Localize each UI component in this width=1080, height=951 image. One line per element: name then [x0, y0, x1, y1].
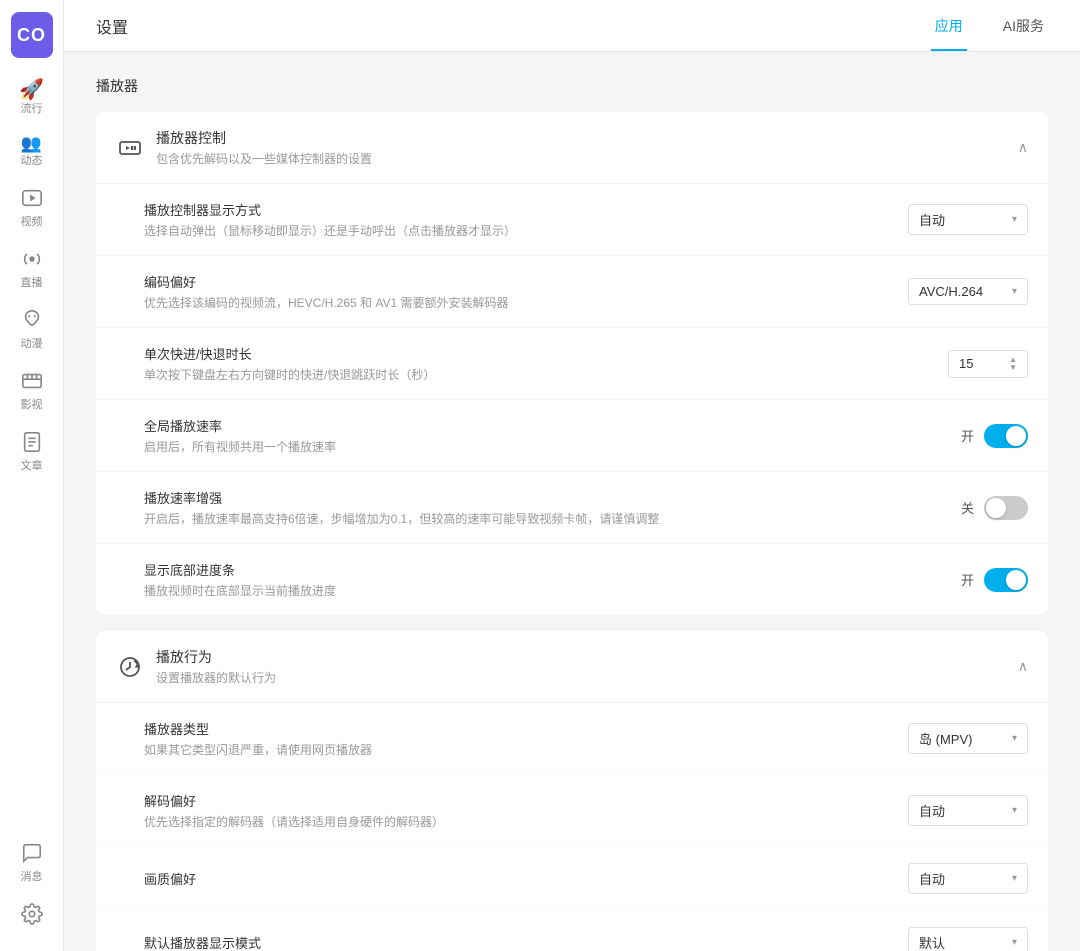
tab-app[interactable]: 应用	[931, 0, 967, 51]
setting-label: 全局播放速率	[144, 416, 941, 435]
select-decode[interactable]: 自动 ▾	[908, 795, 1028, 826]
arrow-down-icon[interactable]: ▼	[1009, 364, 1017, 372]
sidebar-item-movie[interactable]: 影视	[0, 360, 63, 421]
setting-desc: 启用后，所有视频共用一个播放速率	[144, 438, 941, 455]
setting-label: 显示底部进度条	[144, 560, 941, 579]
setting-label: 编码偏好	[144, 272, 888, 291]
select-display-mode[interactable]: 默认 ▾	[908, 927, 1028, 951]
select-codec[interactable]: AVC/H.264 ▾	[908, 278, 1028, 305]
sidebar-item-article[interactable]: 文章	[0, 421, 63, 482]
setting-rate-boost: 播放速率增强 开启后，播放速率最高支持6倍速，步幅增加为0.1，但较高的速率可能…	[96, 472, 1048, 544]
card-player-control-header[interactable]: 播放器控制 包含优先解码以及一些媒体控制器的设置 ∧	[96, 112, 1048, 184]
select-control-display[interactable]: 自动 ▾	[908, 204, 1028, 235]
card-player-control: 播放器控制 包含优先解码以及一些媒体控制器的设置 ∧ 播放控制器显示方式 选择自…	[96, 112, 1048, 615]
tab-ai[interactable]: AI服务	[999, 0, 1048, 51]
toggle-progress-bar[interactable]	[984, 568, 1028, 592]
caret-icon: ▾	[1012, 733, 1017, 744]
setting-codec-preference: 编码偏好 优先选择该编码的视频流，HEVC/H.265 和 AV1 需要额外安装…	[96, 256, 1048, 328]
card-playback-behavior-header[interactable]: 播放行为 设置播放器的默认行为 ∧	[96, 631, 1048, 703]
toggle-label-on: 开	[961, 426, 974, 445]
sidebar-item-settings[interactable]	[21, 893, 43, 939]
sidebar-label-message: 消息	[21, 872, 43, 883]
setting-label: 默认播放器显示模式	[144, 933, 888, 951]
caret-icon: ▾	[1012, 873, 1017, 884]
setting-desc: 优先选择指定的解码器（请选择适用自身硬件的解码器）	[144, 813, 888, 830]
setting-label: 播放速率增强	[144, 488, 941, 507]
sidebar-item-anime[interactable]: 动漫	[0, 299, 63, 360]
header: 设置 应用 AI服务	[64, 0, 1080, 52]
card-desc: 包含优先解码以及一些媒体控制器的设置	[156, 150, 372, 167]
avatar: CO	[11, 12, 53, 58]
page-title: 设置	[96, 14, 128, 38]
setting-decode-preference: 解码偏好 优先选择指定的解码器（请选择适用自身硬件的解码器） 自动 ▾	[96, 775, 1048, 847]
setting-label: 播放控制器显示方式	[144, 200, 888, 219]
sidebar-label-live: 直播	[21, 278, 43, 289]
setting-progress-bar: 显示底部进度条 播放视频时在底部显示当前播放进度 开	[96, 544, 1048, 615]
playback-behavior-icon	[116, 653, 144, 681]
caret-icon: ▾	[1012, 286, 1017, 297]
setting-global-rate: 全局播放速率 启用后，所有视频共用一个播放速率 开	[96, 400, 1048, 472]
toggle-knob	[1006, 426, 1026, 446]
select-player-type[interactable]: 岛 (MPV) ▾	[908, 723, 1028, 754]
setting-display-mode: 默认播放器显示模式 默认 ▾	[96, 911, 1048, 951]
sidebar-label-trending: 流行	[21, 104, 43, 115]
article-icon	[21, 431, 43, 457]
sidebar-item-dynamics[interactable]: 👥 动态	[0, 125, 63, 177]
sidebar-item-video[interactable]: 视频	[0, 177, 63, 238]
sidebar: CO 🚀 流行 👥 动态 视频 直播 动漫 影视 文章	[0, 0, 64, 951]
setting-label: 画质偏好	[144, 869, 888, 888]
number-seek[interactable]: 15 ▲ ▼	[948, 350, 1028, 378]
select-quality[interactable]: 自动 ▾	[908, 863, 1028, 894]
card-title: 播放器控制	[156, 128, 372, 148]
main-content: 设置 应用 AI服务 播放器	[64, 0, 1080, 951]
toggle-label-on: 开	[961, 570, 974, 589]
section-title: 播放器	[96, 76, 1048, 96]
setting-control-display: 播放控制器显示方式 选择自动弹出（鼠标移动即显示）还是手动呼出（点击播放器才显示…	[96, 184, 1048, 256]
setting-desc: 单次按下键盘左右方向键时的快进/快退跳跃时长（秒）	[144, 366, 928, 383]
anime-icon	[21, 309, 43, 335]
setting-desc: 播放视频时在底部显示当前播放进度	[144, 582, 941, 599]
sidebar-label-anime: 动漫	[21, 339, 43, 350]
chevron-up-icon: ∧	[1018, 139, 1028, 156]
setting-label: 播放器类型	[144, 719, 888, 738]
sidebar-item-trending[interactable]: 🚀 流行	[0, 70, 63, 125]
toggle-label-off: 关	[961, 498, 974, 517]
toggle-knob	[986, 498, 1006, 518]
setting-desc: 如果其它类型闪退严重，请使用网页播放器	[144, 741, 888, 758]
settings-icon	[21, 903, 43, 929]
sidebar-label-dynamics: 动态	[21, 156, 43, 167]
setting-desc: 选择自动弹出（鼠标移动即显示）还是手动呼出（点击播放器才显示）	[144, 222, 888, 239]
chevron-up-icon: ∧	[1018, 658, 1028, 675]
toggle-global-rate[interactable]	[984, 424, 1028, 448]
header-tabs: 应用 AI服务	[931, 0, 1048, 51]
setting-desc: 优先选择该编码的视频流，HEVC/H.265 和 AV1 需要额外安装解码器	[144, 294, 888, 311]
setting-quality-preference: 画质偏好 自动 ▾	[96, 847, 1048, 911]
setting-label: 解码偏好	[144, 791, 888, 810]
toggle-rate-boost[interactable]	[984, 496, 1028, 520]
toggle-knob	[1006, 570, 1026, 590]
setting-label: 单次快进/快退时长	[144, 344, 928, 363]
sidebar-label-movie: 影视	[21, 400, 43, 411]
card-title: 播放行为	[156, 647, 276, 667]
sidebar-label-article: 文章	[21, 461, 43, 472]
setting-desc: 开启后，播放速率最高支持6倍速，步幅增加为0.1，但较高的速率可能导致视频卡帧，…	[144, 510, 941, 527]
setting-player-type: 播放器类型 如果其它类型闪退严重，请使用网页播放器 岛 (MPV) ▾	[96, 703, 1048, 775]
setting-seek-duration: 单次快进/快退时长 单次按下键盘左右方向键时的快进/快退跳跃时长（秒） 15 ▲…	[96, 328, 1048, 400]
caret-icon: ▾	[1012, 937, 1017, 948]
video-icon	[21, 187, 43, 213]
settings-content: 播放器 播放器控制 包含优先解码以及一些媒体控制器的设置	[64, 52, 1080, 951]
dynamics-icon: 👥	[21, 135, 42, 152]
message-icon	[21, 842, 43, 868]
caret-icon: ▾	[1012, 805, 1017, 816]
card-playback-behavior: 播放行为 设置播放器的默认行为 ∧ 播放器类型 如果其它类型闪退严重，请使用网页…	[96, 631, 1048, 951]
trending-icon: 🚀	[19, 80, 44, 100]
sidebar-label-video: 视频	[21, 217, 43, 228]
card-desc: 设置播放器的默认行为	[156, 669, 276, 686]
sidebar-item-live[interactable]: 直播	[0, 238, 63, 299]
caret-icon: ▾	[1012, 214, 1017, 225]
live-icon	[21, 248, 43, 274]
movie-icon	[21, 370, 43, 396]
player-control-icon	[116, 134, 144, 162]
sidebar-item-message[interactable]: 消息	[21, 832, 43, 893]
